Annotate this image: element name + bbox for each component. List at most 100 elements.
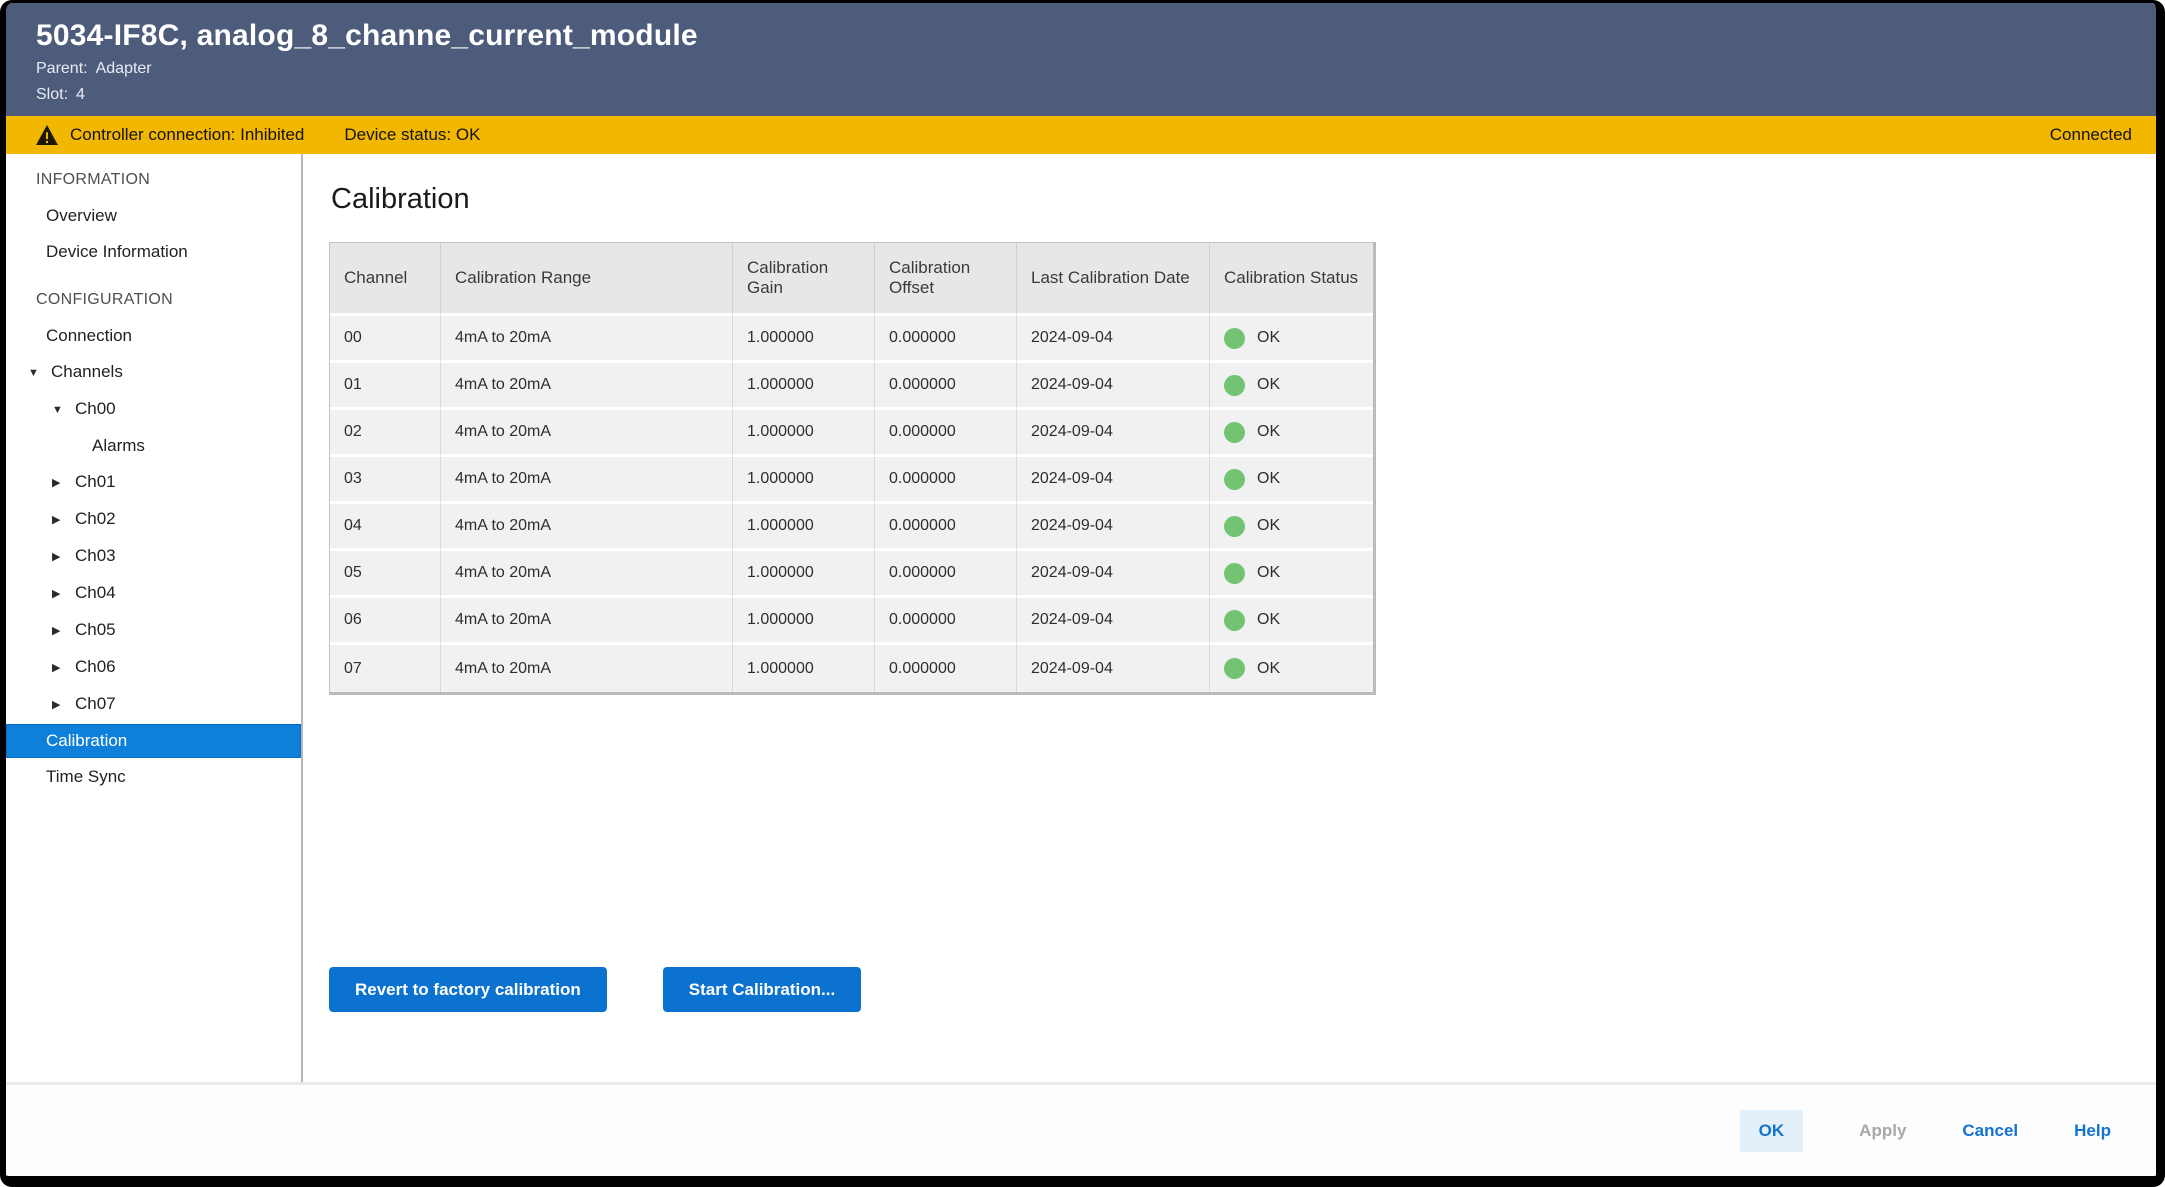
sidebar-item-ch00[interactable]: ▼Ch00 [6,391,301,428]
sidebar-item-label: Channels [51,362,123,381]
status-cell: OK [1210,551,1373,598]
slot-value: 4 [76,86,85,103]
offset-cell: 0.000000 [875,457,1017,504]
action-button-row: Revert to factory calibration Start Cali… [329,967,2156,1012]
window-body: INFORMATION Overview Device Information … [6,154,2156,1082]
chevron-down-icon[interactable]: ▼ [28,355,51,391]
offset-cell: 0.000000 [875,504,1017,551]
gain-cell: 1.000000 [733,551,875,598]
sidebar-item-time-sync[interactable]: Time Sync [6,759,301,795]
table-row: 00 4mA to 20mA 1.000000 0.000000 2024-09… [330,316,1373,363]
warning-icon [36,125,58,145]
status-label: OK [1257,517,1280,535]
page-title: Calibration [331,182,2156,216]
sidebar-item-alarms[interactable]: Alarms [6,428,301,464]
sidebar-item-ch06[interactable]: ▶Ch06 [6,649,301,686]
sidebar-item-label: Ch03 [75,546,116,565]
status-banner: Controller connection: Inhibited Device … [6,116,2156,154]
col-header-calibration-offset: Calibration Offset [875,243,1017,316]
apply-button[interactable]: Apply [1859,1121,1906,1141]
sidebar-item-ch01[interactable]: ▶Ch01 [6,464,301,501]
sidebar-item-overview[interactable]: Overview [6,198,301,234]
date-cell: 2024-09-04 [1017,598,1210,645]
range-cell: 4mA to 20mA [441,598,733,645]
cancel-button[interactable]: Cancel [1962,1121,2018,1141]
status-label: OK [1257,660,1280,678]
status-ok-icon [1224,328,1245,349]
main-content: Calibration Channel Calibration Range Ca… [303,154,2156,1082]
status-ok-icon [1224,658,1245,679]
sidebar-item-calibration[interactable]: Calibration [6,724,301,758]
status-cell: OK [1210,410,1373,457]
offset-cell: 0.000000 [875,598,1017,645]
status-cell: OK [1210,457,1373,504]
offset-cell: 0.000000 [875,410,1017,457]
navigation-sidebar: INFORMATION Overview Device Information … [6,154,303,1082]
sidebar-item-label: Ch01 [75,472,116,491]
sidebar-item-ch05[interactable]: ▶Ch05 [6,612,301,649]
date-cell: 2024-09-04 [1017,410,1210,457]
gain-cell: 1.000000 [733,316,875,363]
device-title: 5034-IF8C, analog_8_channe_current_modul… [36,18,2156,54]
table-row: 06 4mA to 20mA 1.000000 0.000000 2024-09… [330,598,1373,645]
table-row: 04 4mA to 20mA 1.000000 0.000000 2024-09… [330,504,1373,551]
date-cell: 2024-09-04 [1017,551,1210,598]
ok-button[interactable]: OK [1740,1110,1804,1152]
status-cell: OK [1210,598,1373,645]
col-header-calibration-status: Calibration Status [1210,243,1373,316]
range-cell: 4mA to 20mA [441,316,733,363]
title-bar: 5034-IF8C, analog_8_channe_current_modul… [6,3,2156,116]
sidebar-item-device-information[interactable]: Device Information [6,234,301,270]
status-label: OK [1257,470,1280,488]
date-cell: 2024-09-04 [1017,363,1210,410]
table-header-row: Channel Calibration Range Calibration Ga… [330,243,1373,316]
channel-cell: 06 [330,598,441,645]
controller-connection-status: Controller connection: Inhibited [70,125,304,145]
parent-label: Parent: [36,60,88,77]
offset-cell: 0.000000 [875,316,1017,363]
range-cell: 4mA to 20mA [441,457,733,504]
status-label: OK [1257,376,1280,394]
chevron-right-icon[interactable]: ▶ [52,687,75,723]
range-cell: 4mA to 20mA [441,645,733,692]
channel-cell: 01 [330,363,441,410]
chevron-down-icon[interactable]: ▼ [52,392,75,428]
chevron-right-icon[interactable]: ▶ [52,539,75,575]
gain-cell: 1.000000 [733,457,875,504]
status-ok-icon [1224,516,1245,537]
sidebar-item-ch02[interactable]: ▶Ch02 [6,501,301,538]
status-label: OK [1257,564,1280,582]
revert-to-factory-calibration-button[interactable]: Revert to factory calibration [329,967,607,1012]
date-cell: 2024-09-04 [1017,504,1210,551]
sidebar-item-label: Ch04 [75,583,116,602]
channel-cell: 04 [330,504,441,551]
device-profile-window: 5034-IF8C, analog_8_channe_current_modul… [0,0,2165,1187]
help-button[interactable]: Help [2074,1121,2111,1141]
sidebar-item-ch04[interactable]: ▶Ch04 [6,575,301,612]
parent-value: Adapter [96,60,152,77]
chevron-right-icon[interactable]: ▶ [52,502,75,538]
sidebar-item-channels[interactable]: ▼Channels [6,354,301,391]
sidebar-item-label: Ch06 [75,657,116,676]
sidebar-item-label: Ch00 [75,399,116,418]
chevron-right-icon[interactable]: ▶ [52,650,75,686]
start-calibration-button[interactable]: Start Calibration... [663,967,861,1012]
channel-cell: 00 [330,316,441,363]
table-row: 03 4mA to 20mA 1.000000 0.000000 2024-09… [330,457,1373,504]
channel-cell: 02 [330,410,441,457]
sidebar-item-connection[interactable]: Connection [6,318,301,354]
status-ok-icon [1224,563,1245,584]
date-cell: 2024-09-04 [1017,645,1210,692]
chevron-right-icon[interactable]: ▶ [52,613,75,649]
gain-cell: 1.000000 [733,410,875,457]
col-header-calibration-gain: Calibration Gain [733,243,875,316]
channel-cell: 05 [330,551,441,598]
sidebar-item-ch03[interactable]: ▶Ch03 [6,538,301,575]
sidebar-item-label: Ch07 [75,694,116,713]
chevron-right-icon[interactable]: ▶ [52,576,75,612]
chevron-right-icon[interactable]: ▶ [52,465,75,501]
sidebar-item-ch07[interactable]: ▶Ch07 [6,686,301,723]
range-cell: 4mA to 20mA [441,551,733,598]
device-status: Device status: OK [344,125,480,145]
gain-cell: 1.000000 [733,504,875,551]
